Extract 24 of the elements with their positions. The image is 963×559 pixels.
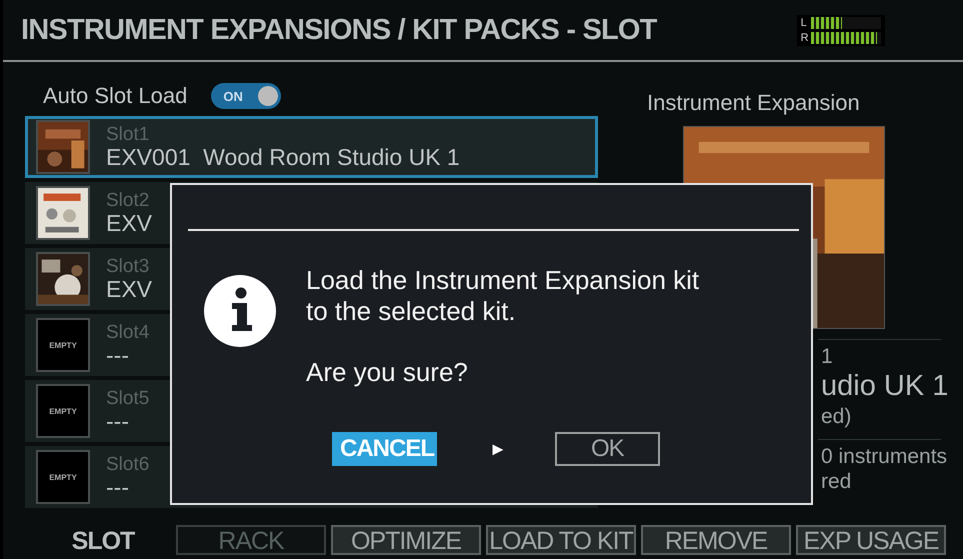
detail-text: 0 instruments: [821, 444, 948, 470]
arrow-icon: ►: [489, 438, 507, 460]
detail-text: ed): [821, 404, 852, 430]
auto-slot-load-label: Auto Slot Load: [43, 83, 188, 109]
dialog-message: Load the Instrument Expansion kit to the selected kit.: [306, 265, 700, 328]
screen-title: INSTRUMENT EXPANSIONS / KIT PACKS - SLOT: [21, 14, 657, 46]
tab[interactable]: LOAD TO KIT: [486, 525, 636, 555]
tab[interactable]: REMOVE: [641, 525, 791, 555]
empty-thumbnail: EMPTY: [36, 384, 90, 438]
dialog-question: Are you sure?: [306, 357, 469, 388]
slot-row[interactable]: Slot1 EXV001 Wood Room Studio UK 1: [25, 116, 598, 178]
level-meter: L R: [796, 14, 885, 46]
panel-title: Instrument Expansion: [647, 90, 861, 116]
tab[interactable]: EXP USAGE: [796, 525, 946, 555]
info-icon: [204, 275, 276, 347]
tab[interactable]: OPTIMIZE: [331, 525, 481, 555]
empty-thumbnail: EMPTY: [36, 318, 90, 372]
empty-thumbnail: EMPTY: [36, 450, 90, 504]
toggle-switch[interactable]: ON: [211, 83, 282, 109]
tab[interactable]: SLOT: [63, 525, 143, 555]
dialog-button[interactable]: OK: [554, 432, 660, 466]
detail-text: 1: [821, 344, 833, 370]
detail-text: udio UK 1: [821, 369, 948, 404]
detail-text: red: [821, 469, 852, 495]
